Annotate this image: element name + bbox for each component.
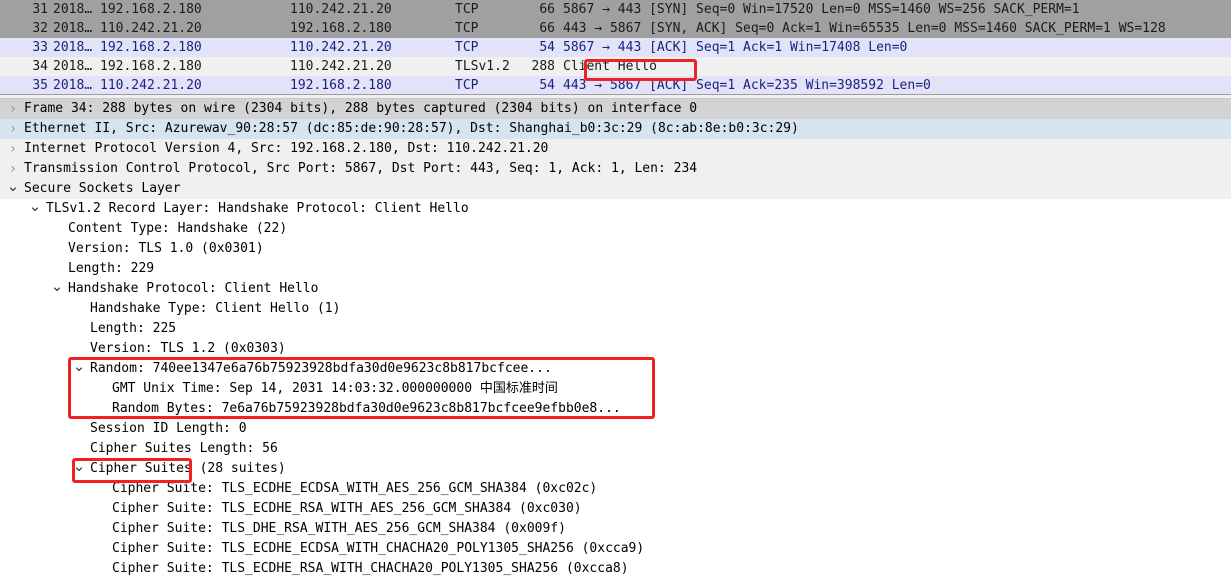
- detail-tree-row[interactable]: Cipher Suite: TLS_ECDHE_ECDSA_WITH_AES_2…: [0, 479, 1231, 499]
- packet-time: 2018…: [53, 59, 93, 74]
- packet-no: 35: [32, 78, 48, 93]
- detail-tree-label: Cipher Suite: TLS_ECDHE_ECDSA_WITH_CHACH…: [112, 541, 645, 556]
- packet-source: 192.168.2.180: [100, 40, 202, 55]
- detail-tree-label: Length: 229: [68, 261, 155, 276]
- detail-tree-label: Cipher Suites (28 suites): [90, 461, 286, 476]
- packet-info: 443 → 5867 [ACK] Seq=1 Ack=235 Win=39859…: [563, 78, 931, 93]
- packet-destination: 192.168.2.180: [290, 78, 392, 93]
- packet-no: 33: [32, 40, 48, 55]
- chevron-down-icon[interactable]: ⌄: [28, 199, 42, 219]
- packet-destination: 192.168.2.180: [290, 21, 392, 36]
- detail-tree-row[interactable]: Content Type: Handshake (22): [0, 219, 1231, 239]
- packet-destination: 110.242.21.20: [290, 59, 392, 74]
- detail-tree-label: Random: 740ee1347e6a76b75923928bdfa30d0e…: [90, 361, 552, 376]
- detail-tree-label: Version: TLS 1.2 (0x0303): [90, 341, 286, 356]
- chevron-down-icon[interactable]: ⌄: [50, 279, 64, 299]
- detail-tree-row[interactable]: ⌄ TLSv1.2 Record Layer: Handshake Protoco…: [0, 199, 1231, 219]
- packet-destination: 110.242.21.20: [290, 40, 392, 55]
- chevron-down-icon[interactable]: ⌄: [72, 359, 86, 379]
- detail-tree-row[interactable]: Version: TLS 1.0 (0x0301): [0, 239, 1231, 259]
- detail-tree-label: Session ID Length: 0: [90, 421, 247, 436]
- packet-no: 34: [32, 59, 48, 74]
- detail-tree-row[interactable]: Session ID Length: 0: [0, 419, 1231, 439]
- detail-tree-row[interactable]: › Frame 34: 288 bytes on wire (2304 bits)…: [0, 99, 1231, 119]
- packet-length: 66: [539, 21, 555, 36]
- packet-length: 288: [531, 59, 555, 74]
- packet-time: 2018…: [53, 21, 93, 36]
- detail-tree-row[interactable]: Version: TLS 1.2 (0x0303): [0, 339, 1231, 359]
- packet-destination: 110.242.21.20: [290, 2, 392, 17]
- packet-time: 2018…: [53, 2, 93, 17]
- packet-info: 5867 → 443 [SYN] Seq=0 Win=17520 Len=0 M…: [563, 2, 1080, 17]
- detail-tree-row[interactable]: Cipher Suite: TLS_ECDHE_RSA_WITH_AES_256…: [0, 499, 1231, 519]
- packet-source: 192.168.2.180: [100, 2, 202, 17]
- detail-tree-label: Ethernet II, Src: Azurewav_90:28:57 (dc:…: [24, 121, 799, 136]
- detail-tree-label: Length: 225: [90, 321, 177, 336]
- chevron-down-icon[interactable]: ⌄: [72, 459, 86, 479]
- packet-row[interactable]: 31 2018… 192.168.2.180 110.242.21.20 TCP 66 58…: [0, 0, 1231, 19]
- packet-no: 31: [32, 2, 48, 17]
- packet-time: 2018…: [53, 40, 93, 55]
- detail-tree-label: Handshake Protocol: Client Hello: [68, 281, 319, 296]
- packet-list-pane[interactable]: 31 2018… 192.168.2.180 110.242.21.20 TCP 66 58…: [0, 0, 1231, 94]
- packet-time: 2018…: [53, 78, 93, 93]
- detail-tree-label: Handshake Type: Client Hello (1): [90, 301, 341, 316]
- chevron-right-icon[interactable]: ›: [6, 159, 20, 179]
- detail-tree-row[interactable]: ⌄ Secure Sockets Layer: [0, 179, 1231, 199]
- packet-detail-pane[interactable]: › Frame 34: 288 bytes on wire (2304 bits)…: [0, 99, 1231, 581]
- detail-tree-label: Content Type: Handshake (22): [68, 221, 288, 236]
- detail-tree-row[interactable]: ⌄ Random: 740ee1347e6a76b75923928bdfa30d0…: [0, 359, 1231, 379]
- detail-tree-label: TLSv1.2 Record Layer: Handshake Protocol…: [46, 201, 469, 216]
- detail-tree-label: Internet Protocol Version 4, Src: 192.16…: [24, 141, 549, 156]
- detail-tree-row[interactable]: › Transmission Control Protocol, Src Port…: [0, 159, 1231, 179]
- wireshark-window: 31 2018… 192.168.2.180 110.242.21.20 TCP 66 58…: [0, 0, 1231, 581]
- detail-tree-label: Version: TLS 1.0 (0x0301): [68, 241, 264, 256]
- detail-tree-label: Random Bytes: 7e6a76b75923928bdfa30d0e96…: [112, 401, 621, 416]
- packet-length: 66: [539, 2, 555, 17]
- detail-tree-row[interactable]: Length: 225: [0, 319, 1231, 339]
- packet-row[interactable]: 34 2018… 192.168.2.180 110.242.21.20 TLSv1.2…: [0, 57, 1231, 76]
- detail-tree-row[interactable]: Cipher Suite: TLS_ECDHE_ECDSA_WITH_CHACH…: [0, 539, 1231, 559]
- packet-source: 192.168.2.180: [100, 59, 202, 74]
- detail-tree-label: Transmission Control Protocol, Src Port:…: [24, 161, 698, 176]
- detail-tree-label: Frame 34: 288 bytes on wire (2304 bits),…: [24, 101, 698, 116]
- packet-source: 110.242.21.20: [100, 21, 202, 36]
- detail-tree-label: Cipher Suite: TLS_DHE_RSA_WITH_AES_256_G…: [112, 521, 566, 536]
- packet-no: 32: [32, 21, 48, 36]
- packet-length: 54: [539, 78, 555, 93]
- packet-info: Client Hello: [563, 59, 657, 74]
- packet-info: 443 → 5867 [SYN, ACK] Seq=0 Ack=1 Win=65…: [563, 21, 1166, 36]
- detail-tree-row[interactable]: Handshake Type: Client Hello (1): [0, 299, 1231, 319]
- chevron-right-icon[interactable]: ›: [6, 99, 20, 119]
- detail-tree-row[interactable]: Length: 229: [0, 259, 1231, 279]
- detail-tree-row[interactable]: › Ethernet II, Src: Azurewav_90:28:57 (dc…: [0, 119, 1231, 139]
- detail-tree-row[interactable]: Cipher Suite: TLS_DHE_RSA_WITH_AES_256_G…: [0, 519, 1231, 539]
- chevron-right-icon[interactable]: ›: [6, 119, 20, 139]
- detail-tree-label: Secure Sockets Layer: [24, 181, 181, 196]
- packet-info: 5867 → 443 [ACK] Seq=1 Ack=1 Win=17408 L…: [563, 40, 908, 55]
- detail-tree-row[interactable]: GMT Unix Time: Sep 14, 2031 14:03:32.000…: [0, 379, 1231, 399]
- detail-tree-label: GMT Unix Time: Sep 14, 2031 14:03:32.000…: [112, 381, 558, 396]
- chevron-right-icon[interactable]: ›: [6, 139, 20, 159]
- detail-tree-label: Cipher Suite: TLS_ECDHE_RSA_WITH_CHACHA2…: [112, 561, 629, 576]
- detail-tree-label: Cipher Suite: TLS_ECDHE_ECDSA_WITH_AES_2…: [112, 481, 598, 496]
- detail-tree-row[interactable]: Cipher Suite: TLS_ECDHE_RSA_WITH_CHACHA2…: [0, 559, 1231, 579]
- chevron-down-icon[interactable]: ⌄: [6, 179, 20, 199]
- packet-row[interactable]: 35 2018… 110.242.21.20 192.168.2.180 TCP 54 44…: [0, 76, 1231, 94]
- packet-source: 110.242.21.20: [100, 78, 202, 93]
- detail-tree-row[interactable]: ⌄ Cipher Suites (28 suites): [0, 459, 1231, 479]
- detail-tree-row[interactable]: ⌄ Handshake Protocol: Client Hello: [0, 279, 1231, 299]
- detail-tree-label: Cipher Suite: TLS_ECDHE_RSA_WITH_AES_256…: [112, 501, 582, 516]
- packet-row[interactable]: 33 2018… 192.168.2.180 110.242.21.20 TCP 54 58…: [0, 38, 1231, 57]
- detail-tree-label: Cipher Suites Length: 56: [90, 441, 278, 456]
- detail-tree-row[interactable]: Cipher Suites Length: 56: [0, 439, 1231, 459]
- detail-tree-row[interactable]: Random Bytes: 7e6a76b75923928bdfa30d0e96…: [0, 399, 1231, 419]
- packet-length: 54: [539, 40, 555, 55]
- detail-tree-row[interactable]: › Internet Protocol Version 4, Src: 192.1…: [0, 139, 1231, 159]
- packet-row[interactable]: 32 2018… 110.242.21.20 192.168.2.180 TCP 66 44…: [0, 19, 1231, 38]
